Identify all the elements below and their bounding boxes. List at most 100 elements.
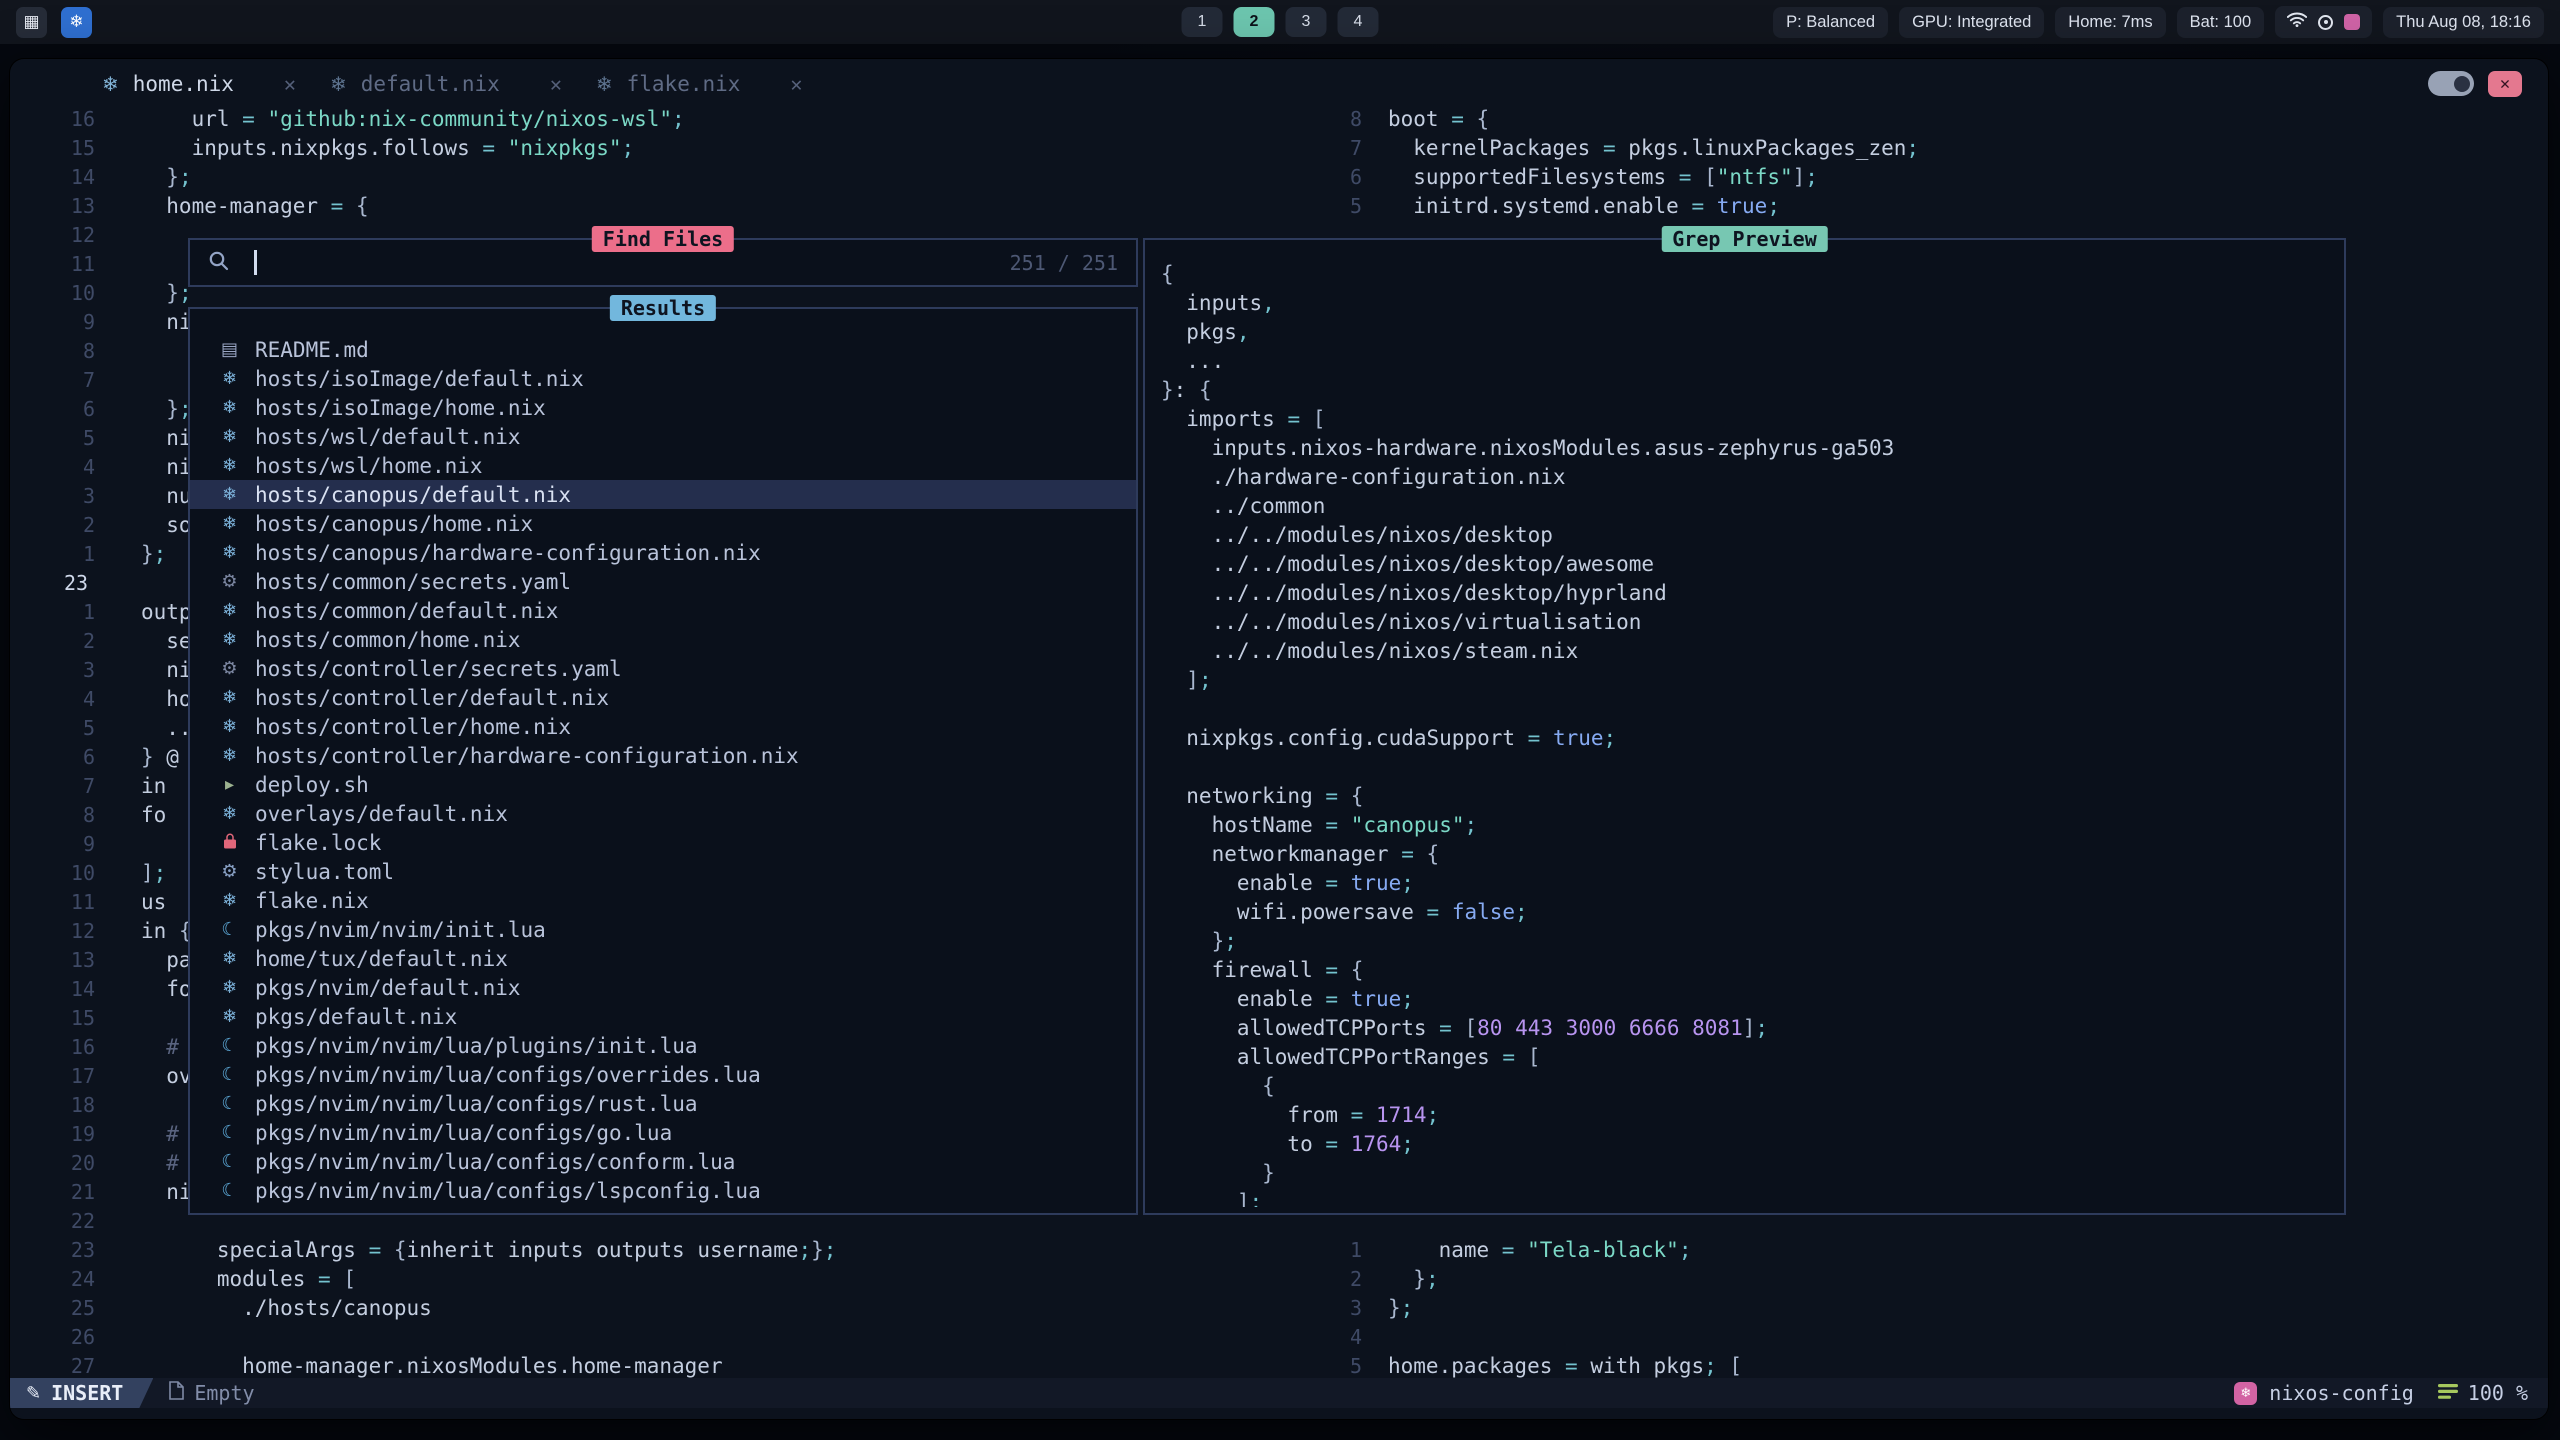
nix-file-icon: ❄: [218, 631, 241, 649]
result-item[interactable]: ☾pkgs/nvim/nvim/init.lua: [190, 915, 1136, 944]
line-number: 14: [10, 163, 95, 192]
right-editor-pane-bottom: 1 name = "Tela-black";2 };3};45home.pack…: [1332, 1236, 2548, 1378]
result-item[interactable]: ⚙stylua.toml: [190, 857, 1136, 886]
tab-label: flake.nix: [627, 72, 741, 96]
command-line[interactable]: [10, 1408, 2548, 1419]
search-icon: [208, 250, 230, 276]
nix-file-icon: ❄: [218, 950, 241, 968]
line-number: 15: [10, 1004, 95, 1033]
line-number: 6: [10, 743, 95, 772]
line-number: 7: [10, 772, 95, 801]
color-swatch-icon[interactable]: [2344, 14, 2360, 30]
code-line: 23 specialArgs = {inherit inputs outputs…: [10, 1236, 1340, 1265]
result-item[interactable]: ❄hosts/common/default.nix: [190, 596, 1136, 625]
window-toggle-button[interactable]: [2428, 71, 2474, 96]
sh-file-icon: ▸: [218, 776, 241, 794]
scroll-percent: 100 %: [2468, 1381, 2528, 1405]
tab-home-nix[interactable]: ❄ home.nix ✕: [98, 59, 326, 108]
line-number: 12: [10, 221, 95, 250]
file-name: Empty: [194, 1381, 254, 1405]
result-item[interactable]: ❄hosts/controller/hardware-configuration…: [190, 741, 1136, 770]
workspace-1[interactable]: 1: [1182, 7, 1223, 37]
preview-line: ];: [1161, 1188, 2338, 1207]
tab-label: default.nix: [361, 72, 500, 96]
line-number: 16: [10, 1033, 95, 1062]
code-text: home.packages = with pkgs; [: [1388, 1352, 1742, 1378]
clock: Thu Aug 08, 18:16: [2383, 7, 2544, 38]
tab-close-icon[interactable]: ✕: [550, 72, 562, 96]
line-number: 4: [10, 685, 95, 714]
result-item[interactable]: ❄hosts/wsl/default.nix: [190, 422, 1136, 451]
tab-close-icon[interactable]: ✕: [790, 72, 802, 96]
result-item[interactable]: ☾pkgs/nvim/nvim/lua/configs/go.lua: [190, 1118, 1136, 1147]
workspace-4[interactable]: 4: [1338, 7, 1379, 37]
result-item[interactable]: ⚙hosts/controller/secrets.yaml: [190, 654, 1136, 683]
status-circle-icon[interactable]: [2318, 15, 2333, 30]
result-item[interactable]: ❄hosts/wsl/home.nix: [190, 451, 1136, 480]
line-number: 1: [10, 598, 95, 627]
code-text: };: [141, 395, 192, 424]
statusline-right: ❄ nixos-config 100 %: [2234, 1381, 2548, 1405]
workspace-3[interactable]: 3: [1286, 7, 1327, 37]
result-item[interactable]: ❄hosts/controller/home.nix: [190, 712, 1136, 741]
window-close-button[interactable]: ✕: [2488, 71, 2522, 97]
result-item[interactable]: flake.lock: [190, 828, 1136, 857]
nix-file-icon: ❄: [218, 428, 241, 446]
code-text: #: [141, 1033, 179, 1062]
result-item[interactable]: ❄hosts/canopus/home.nix: [190, 509, 1136, 538]
result-item[interactable]: ❄flake.nix: [190, 886, 1136, 915]
battery-indicator: Bat: 100: [2177, 7, 2264, 38]
result-item[interactable]: ☾pkgs/nvim/nvim/lua/configs/rust.lua: [190, 1089, 1136, 1118]
result-filename: hosts/canopus/home.nix: [255, 512, 533, 536]
line-number: 13: [10, 192, 95, 221]
lua-file-icon: ☾: [218, 921, 241, 939]
app-launcher-icon[interactable]: ▦: [16, 7, 47, 38]
line-number: 1: [10, 540, 95, 569]
result-item[interactable]: ❄hosts/isoImage/home.nix: [190, 393, 1136, 422]
line-number: 23: [10, 569, 95, 598]
result-item[interactable]: ❄pkgs/nvim/default.nix: [190, 973, 1136, 1002]
result-item[interactable]: ▸ deploy.sh: [190, 770, 1136, 799]
tab-default-nix[interactable]: ❄ default.nix ✕: [326, 59, 592, 108]
result-item[interactable]: ☾pkgs/nvim/nvim/lua/configs/conform.lua: [190, 1147, 1136, 1176]
right-editor-pane-top: 8boot = {7 kernelPackages = pkgs.linuxPa…: [1332, 108, 2548, 221]
result-item[interactable]: ❄hosts/canopus/hardware-configuration.ni…: [190, 538, 1136, 567]
preview-line: enable = true;: [1161, 869, 2338, 898]
result-item[interactable]: ☾pkgs/nvim/nvim/lua/configs/overrides.lu…: [190, 1060, 1136, 1089]
tab-close-icon[interactable]: ✕: [284, 72, 296, 96]
project-icon: ❄: [2234, 1382, 2257, 1405]
code-text: us: [141, 888, 166, 917]
result-filename: deploy.sh: [255, 773, 369, 797]
result-filename: pkgs/nvim/default.nix: [255, 976, 521, 1000]
code-text: ni: [141, 1178, 192, 1207]
tab-flake-nix[interactable]: ❄ flake.nix ✕: [592, 59, 833, 108]
code-text: initrd.systemd.enable = true;: [1388, 192, 1780, 221]
result-item[interactable]: ❄hosts/isoImage/default.nix: [190, 364, 1136, 393]
result-item[interactable]: ❄hosts/controller/default.nix: [190, 683, 1136, 712]
result-item[interactable]: ☾pkgs/nvim/nvim/lua/configs/lspconfig.lu…: [190, 1176, 1136, 1205]
preview-line: ];: [1161, 666, 2338, 695]
preview-line: }: {: [1161, 376, 2338, 405]
nix-file-icon: ❄: [218, 544, 241, 562]
code-text: };: [141, 279, 192, 308]
line-number: 8: [10, 801, 95, 830]
result-item[interactable]: ❄overlays/default.nix: [190, 799, 1136, 828]
preview-line: ../../modules/nixos/desktop/hyprland: [1161, 579, 2338, 608]
workspace-2[interactable]: 2: [1234, 7, 1275, 37]
code-text: url = "github:nix-community/nixos-wsl";: [141, 108, 685, 134]
line-number: 24: [10, 1265, 95, 1294]
result-item[interactable]: ❄hosts/canopus/default.nix: [190, 480, 1136, 509]
result-item[interactable]: ❄pkgs/default.nix: [190, 1002, 1136, 1031]
result-filename: pkgs/nvim/nvim/lua/configs/conform.lua: [255, 1150, 735, 1174]
result-item[interactable]: ⚙hosts/common/secrets.yaml: [190, 567, 1136, 596]
line-number: 25: [10, 1294, 95, 1323]
result-item[interactable]: ❄hosts/common/home.nix: [190, 625, 1136, 654]
code-line: 25 ./hosts/canopus: [10, 1294, 1340, 1323]
result-item[interactable]: ▤README.md: [190, 335, 1136, 364]
result-item[interactable]: ☾pkgs/nvim/nvim/lua/plugins/init.lua: [190, 1031, 1136, 1060]
result-item[interactable]: ❄home/tux/default.nix: [190, 944, 1136, 973]
result-filename: hosts/isoImage/default.nix: [255, 367, 584, 391]
nix-logo-icon[interactable]: ❄: [61, 7, 92, 38]
wifi-icon[interactable]: [2287, 12, 2307, 32]
nix-file-icon: ❄: [330, 72, 347, 96]
